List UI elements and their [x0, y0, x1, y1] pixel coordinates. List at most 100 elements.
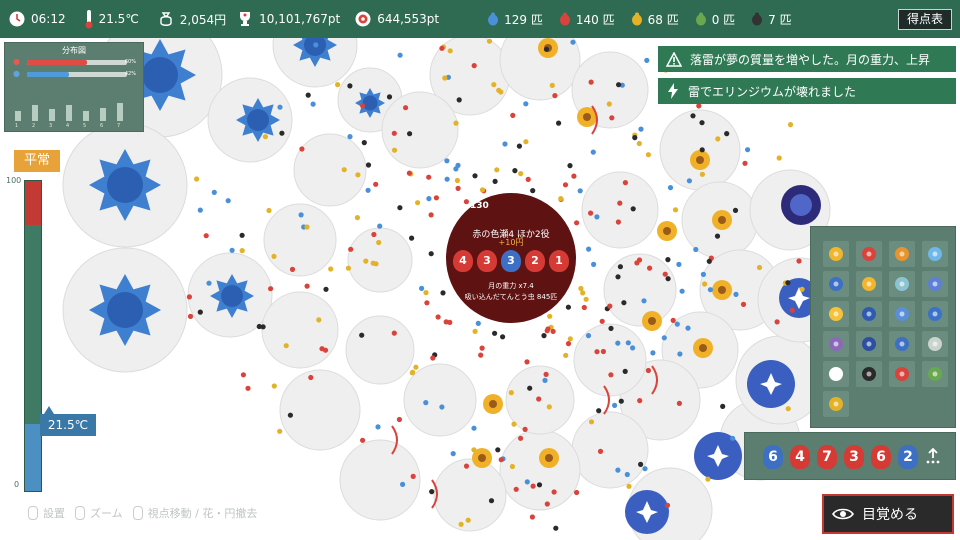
- ladybug: [322, 347, 329, 353]
- ladybug: [509, 463, 515, 470]
- water-drop-icon[interactable]: [922, 241, 948, 267]
- hint-zoom: ズーム: [75, 505, 123, 521]
- ladybug: [615, 219, 622, 225]
- ladybug: [426, 196, 432, 202]
- ladybug: [785, 280, 791, 286]
- ladybug: [310, 101, 316, 107]
- purple-thistle-icon[interactable]: [823, 331, 849, 357]
- histogram-bar: [15, 110, 21, 121]
- yellow-sun-icon[interactable]: [823, 301, 849, 327]
- ladybug: [536, 396, 542, 402]
- notice-eryngium-broken: 雷でエリンジウムが壊れました: [658, 78, 956, 104]
- ladybug: [615, 274, 621, 280]
- ladybug: [577, 188, 583, 194]
- ladybug: [661, 335, 667, 341]
- ladybug: [685, 325, 691, 331]
- ladybug: [536, 482, 543, 488]
- ladybug: [348, 246, 354, 252]
- blue-orb-icon[interactable]: [856, 301, 882, 327]
- blue-star-flower-icon[interactable]: [922, 271, 948, 297]
- tray-die[interactable]: 6: [763, 445, 783, 469]
- bug-count-value: 0 匹: [711, 12, 736, 27]
- histogram-label: 1: [15, 123, 19, 129]
- blue-eye-flower-icon[interactable]: [823, 271, 849, 297]
- tray-die[interactable]: 4: [790, 445, 810, 469]
- tray-die[interactable]: 6: [871, 445, 891, 469]
- combo-die: 1: [549, 250, 569, 272]
- ladybug: [354, 215, 360, 221]
- ladybug: [423, 400, 429, 406]
- histogram-bar: [49, 109, 55, 121]
- ladybug: [439, 45, 445, 51]
- ladybug: [419, 285, 425, 291]
- ladybug: [415, 200, 421, 206]
- red-rose-icon[interactable]: [856, 241, 882, 267]
- ladybug: [245, 385, 251, 391]
- ladybug: [529, 514, 536, 520]
- ladybug: [742, 160, 748, 166]
- tray-die[interactable]: 2: [898, 445, 918, 469]
- bluebell-icon[interactable]: [922, 301, 948, 327]
- ladybug: [638, 461, 644, 467]
- ladybug: [345, 265, 351, 271]
- ladybug: [714, 233, 721, 239]
- ladybug: [647, 265, 653, 271]
- ladybug: [298, 212, 304, 218]
- ladybug: [197, 309, 203, 315]
- ladybug: [665, 257, 671, 263]
- ladybug: [433, 195, 439, 201]
- sunflower-small-icon[interactable]: [856, 271, 882, 297]
- ladybug: [479, 345, 485, 351]
- upload-arrow-icon[interactable]: [925, 447, 941, 465]
- bug-icon: [695, 12, 706, 26]
- green-card-icon[interactable]: [922, 361, 948, 387]
- ladybug: [642, 466, 648, 472]
- ladybug: [733, 291, 739, 297]
- ladybug: [617, 264, 624, 270]
- ladybug: [785, 406, 791, 412]
- temperature-gauge: [24, 180, 42, 492]
- ladybug: [492, 330, 498, 336]
- gauge-max-label: 100: [6, 176, 22, 185]
- ladybug: [756, 264, 763, 271]
- wake-up-button[interactable]: 目覚める: [822, 494, 954, 534]
- ladybug: [508, 390, 514, 396]
- eye-pyramid-icon[interactable]: [823, 391, 849, 417]
- ladybug: [518, 171, 524, 177]
- ladybug: [373, 181, 379, 187]
- ladybug: [565, 304, 572, 310]
- blue-pinwheel-icon[interactable]: [889, 331, 915, 357]
- blue-percent: 42%: [124, 71, 136, 77]
- ladybug: [197, 207, 203, 213]
- ladybug: [361, 140, 367, 146]
- ladybug: [693, 246, 699, 253]
- ladybug: [622, 368, 628, 374]
- tray-die[interactable]: 3: [844, 445, 864, 469]
- points-display: 10,101,767pt: [236, 10, 340, 28]
- ladybug: [407, 131, 413, 137]
- ladybug: [426, 174, 432, 180]
- score-table-button[interactable]: 得点表: [897, 9, 952, 30]
- spiral-flower-icon[interactable]: [856, 331, 882, 357]
- phone-icon[interactable]: [856, 361, 882, 387]
- ladybug: [586, 246, 592, 252]
- sunflower-icon[interactable]: [823, 241, 849, 267]
- ladybug: [413, 364, 419, 370]
- thermometer-icon: [85, 10, 93, 29]
- ladybug: [360, 437, 366, 443]
- ladybug: [308, 374, 314, 381]
- lock-icon[interactable]: [922, 331, 948, 357]
- orchid-icon[interactable]: [889, 271, 915, 297]
- tray-die[interactable]: 7: [817, 445, 837, 469]
- ladybug: [616, 82, 622, 88]
- ladybug: [305, 92, 311, 98]
- pinwheel-icon[interactable]: [889, 301, 915, 327]
- ladybug: [513, 486, 519, 492]
- target-points-value: 644,553pt: [377, 12, 440, 26]
- exit-icon[interactable]: [823, 361, 849, 387]
- battery-icon[interactable]: [889, 361, 915, 387]
- ladybug: [397, 205, 403, 211]
- ladybug: [391, 147, 398, 153]
- ladybug: [787, 122, 794, 128]
- orange-flower-icon[interactable]: [889, 241, 915, 267]
